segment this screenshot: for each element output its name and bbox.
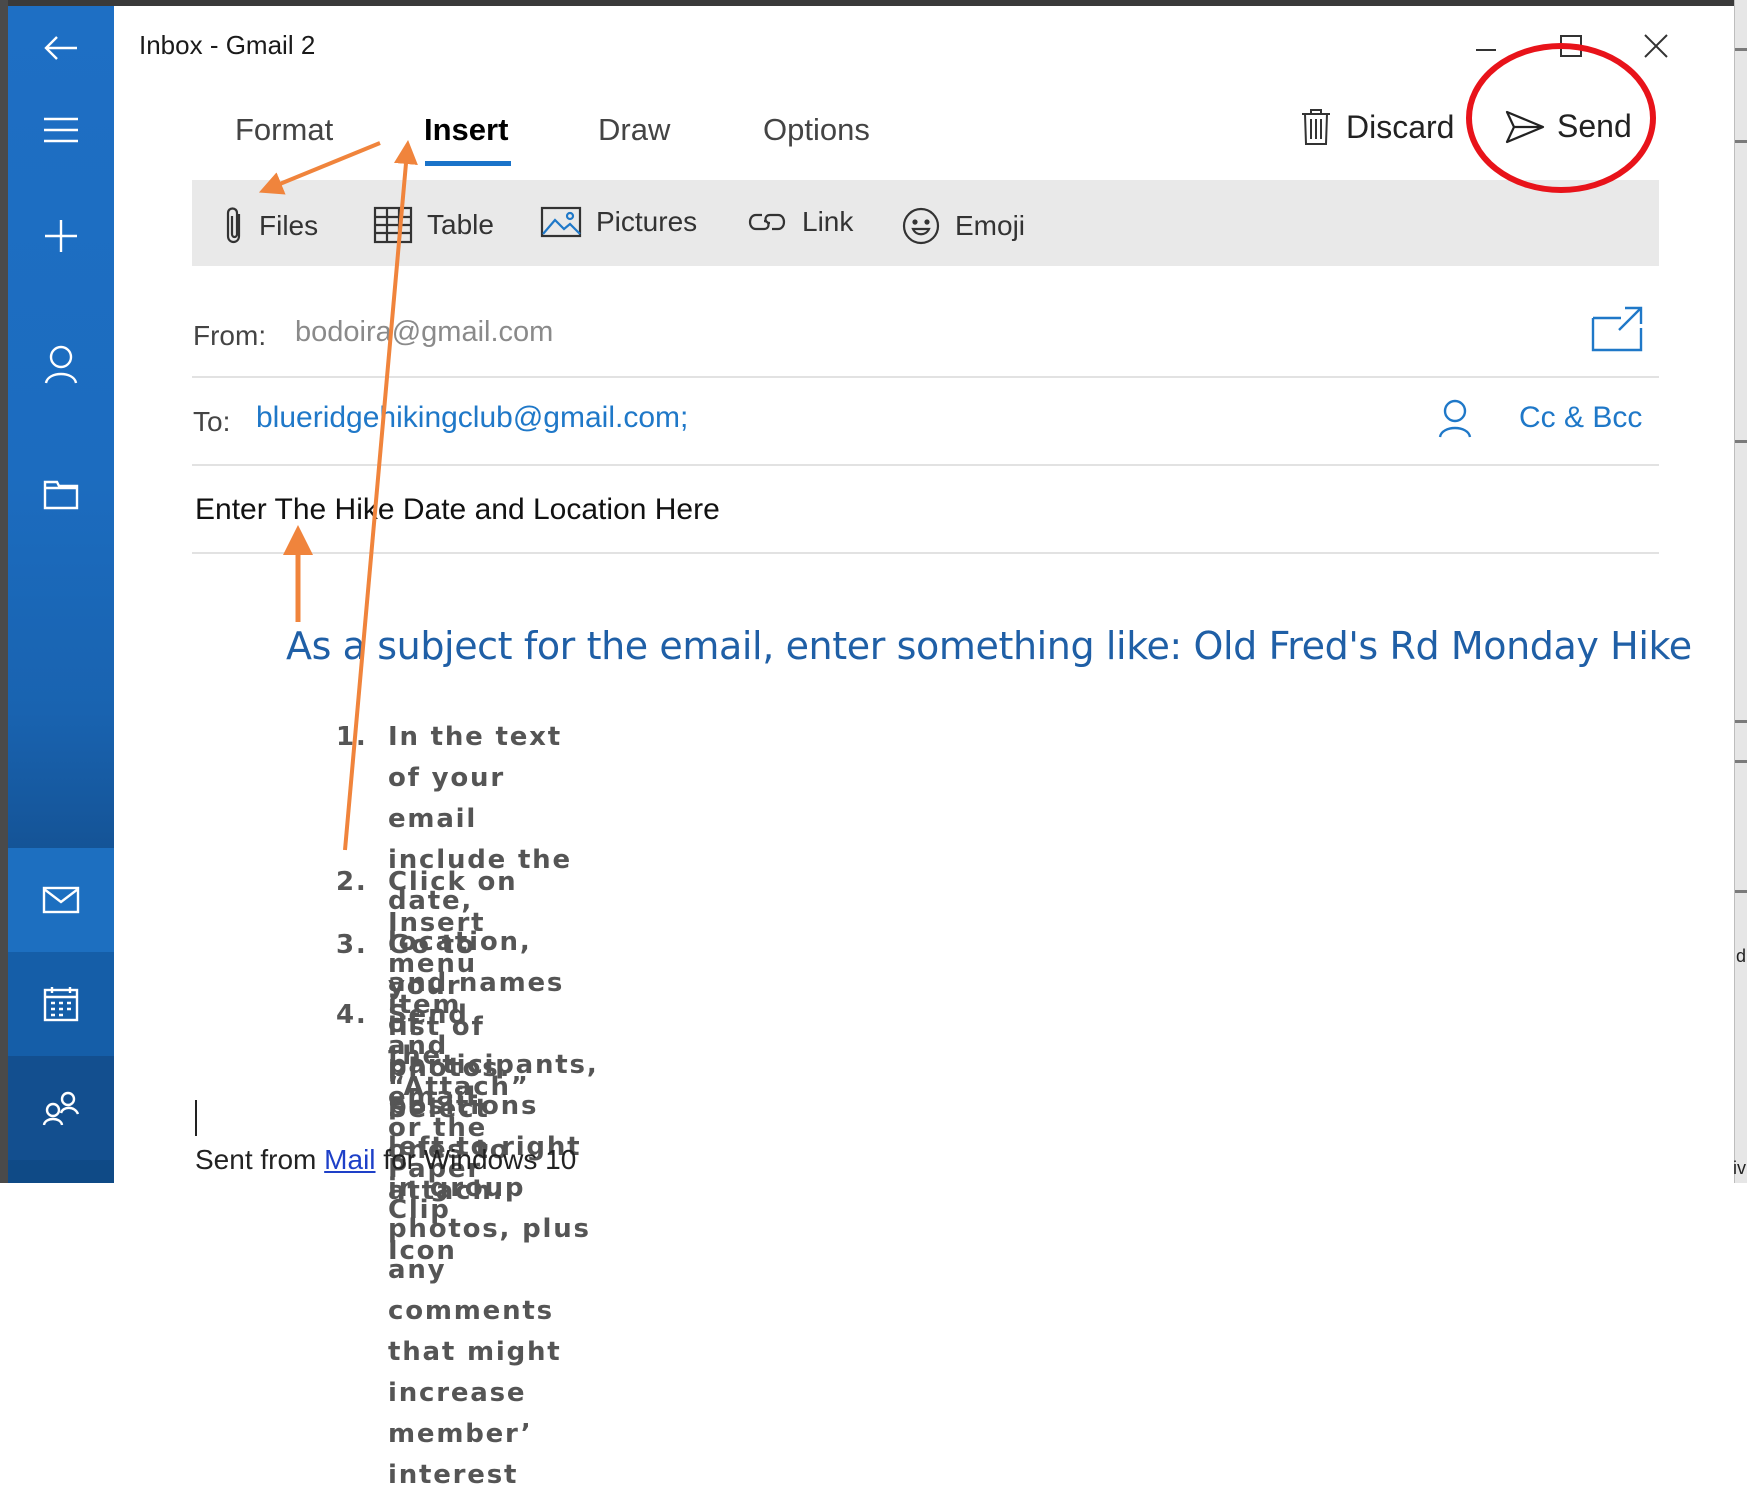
link-button[interactable]: Link — [746, 206, 853, 238]
back-button[interactable] — [8, 16, 114, 80]
back-arrow-icon — [44, 36, 77, 60]
step-number: 3. — [336, 930, 368, 960]
emoji-button[interactable]: Emoji — [901, 206, 1025, 246]
picture-icon — [540, 206, 582, 238]
tab-draw[interactable]: Draw — [598, 112, 670, 148]
background-window-edge — [0, 0, 8, 1183]
background-window-right-edge: d iv — [1733, 0, 1747, 1183]
discard-label: Discard — [1346, 108, 1455, 145]
from-label: From: — [193, 320, 267, 351]
send-icon — [1505, 110, 1545, 143]
calendar-icon — [43, 987, 79, 1022]
person-icon — [44, 345, 78, 384]
folders-button[interactable] — [8, 462, 114, 526]
hamburger-menu-icon — [44, 117, 78, 143]
people-nav-button[interactable] — [8, 1056, 114, 1160]
tab-options[interactable]: Options — [763, 112, 870, 148]
pictures-button[interactable]: Pictures — [540, 206, 697, 238]
files-button[interactable]: Files — [223, 206, 318, 246]
maximize-button[interactable] — [1551, 26, 1591, 66]
new-mail-button[interactable] — [8, 204, 114, 268]
edge-text-fragment: iv — [1733, 1158, 1746, 1178]
tab-format[interactable]: Format — [235, 112, 333, 148]
emoji-label: Emoji — [955, 210, 1026, 241]
edge-mark — [1735, 760, 1747, 763]
edge-mark — [1735, 890, 1747, 893]
window-title: Inbox - Gmail 2 — [139, 30, 316, 60]
step-text: Send the email — [388, 1000, 478, 1112]
folder-icon — [43, 480, 79, 510]
accounts-button[interactable] — [8, 332, 114, 396]
from-account[interactable]: bodoira@gmail.com — [295, 316, 553, 349]
edge-mark — [1735, 48, 1747, 51]
send-label: Send — [1557, 108, 1632, 144]
pictures-label: Pictures — [596, 206, 698, 237]
edge-mark — [1735, 440, 1747, 443]
people-icon — [42, 1091, 80, 1126]
to-field[interactable]: blueridgehikingclub@gmail.com; — [256, 401, 688, 435]
to-row: To: blueridgehikingclub@gmail.com; Cc & … — [192, 378, 1659, 466]
emoji-icon — [902, 207, 940, 245]
text-cursor — [195, 1100, 197, 1136]
body-headline: As a subject for the email, enter someth… — [286, 624, 1692, 668]
cc-bcc-button[interactable]: Cc & Bcc — [1519, 401, 1642, 435]
to-label: To: — [193, 406, 231, 437]
discard-button[interactable]: Discard — [1300, 108, 1454, 146]
signature-suffix: for Windows 10 — [375, 1144, 577, 1175]
files-label: Files — [259, 210, 319, 241]
step-number: 2. — [336, 867, 368, 897]
person-icon — [1438, 399, 1472, 438]
mail-nav-button[interactable] — [8, 848, 114, 952]
step-number: 1. — [336, 722, 368, 752]
add-contact-button[interactable] — [1437, 398, 1473, 443]
send-button[interactable]: Send — [1505, 108, 1632, 145]
menu-button[interactable] — [8, 98, 114, 162]
close-icon — [1644, 34, 1668, 58]
annotation-overlay — [258, 43, 1656, 851]
tab-insert[interactable]: Insert — [424, 112, 508, 148]
from-row: From: bodoira@gmail.com — [192, 292, 1659, 378]
popout-icon — [1591, 306, 1643, 352]
trash-icon — [1302, 109, 1330, 145]
signature-prefix: Sent from — [195, 1144, 325, 1175]
insert-ribbon: Files Table Pictures Link Emoji — [192, 180, 1659, 266]
mail-link[interactable]: Mail — [324, 1144, 375, 1175]
subject-field[interactable]: Enter The Hike Date and Location Here — [195, 493, 720, 527]
step-number: 4. — [336, 1000, 368, 1030]
active-tab-indicator — [425, 161, 511, 166]
minimize-button[interactable] — [1466, 26, 1506, 66]
title-bar: Inbox - Gmail 2 — [114, 6, 1735, 78]
email-signature: Sent from Mail for Windows 10 — [195, 1144, 576, 1176]
calendar-nav-button[interactable] — [8, 952, 114, 1056]
plus-icon — [45, 220, 77, 252]
close-button[interactable] — [1636, 26, 1676, 66]
mail-compose-window: d iv Inbox - Gmail 2 Format Insert Draw … — [0, 0, 1747, 1490]
maximize-icon — [1560, 35, 1582, 57]
link-label: Link — [802, 206, 854, 237]
table-button[interactable]: Table — [373, 206, 494, 244]
edge-mark — [1735, 140, 1747, 143]
link-icon — [748, 213, 786, 231]
edge-text-fragment: d — [1735, 946, 1746, 966]
table-icon — [373, 206, 413, 244]
mail-icon — [42, 886, 80, 914]
minimize-icon — [1476, 49, 1496, 51]
table-label: Table — [427, 209, 494, 240]
edge-mark — [1735, 720, 1747, 723]
paperclip-icon — [226, 207, 241, 244]
app-sidebar — [8, 6, 114, 1183]
popout-button[interactable] — [1591, 306, 1645, 357]
